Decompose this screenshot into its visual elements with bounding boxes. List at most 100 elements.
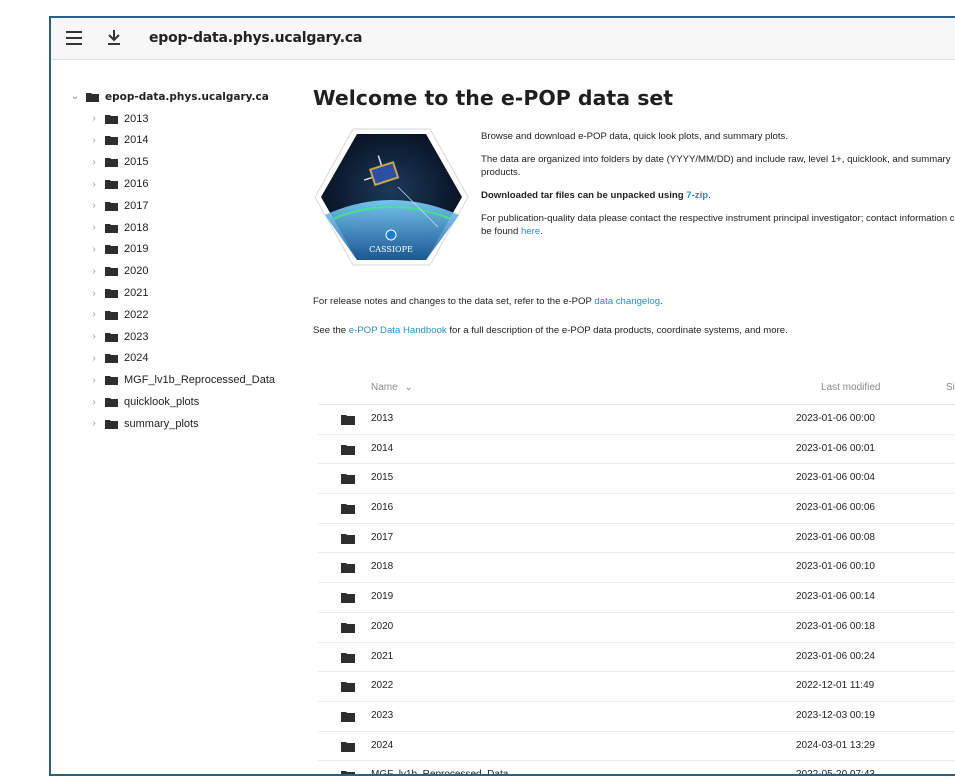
site-title[interactable]: epop-data.phys.ucalgary.ca (149, 30, 362, 46)
row-name[interactable]: 2015 (371, 472, 393, 483)
sidebar-item[interactable]: › 2016 (69, 173, 309, 195)
row-modified: 2023-01-06 00:24 (796, 650, 875, 662)
sidebar-item[interactable]: › 2017 (69, 195, 309, 217)
sort-chevron-down-icon[interactable]: ⌄ (404, 382, 412, 393)
row-name[interactable]: 2023 (371, 710, 393, 721)
chevron-right-icon[interactable]: › (88, 113, 100, 124)
table-row[interactable]: MGF_lv1b_Reprocessed_Data 2022-05-20 07:4… (318, 761, 955, 776)
table-row[interactable]: 2015 2023-01-06 00:04 (318, 464, 955, 495)
chevron-right-icon[interactable]: › (88, 375, 100, 386)
table-row[interactable]: 2019 2023-01-06 00:14 (318, 583, 955, 613)
table-header: Name ⌄ Last modified Size (318, 370, 955, 405)
sidebar-item[interactable]: › 2018 (69, 217, 309, 239)
folder-icon (341, 592, 355, 606)
folder-icon (341, 533, 355, 547)
row-name[interactable]: 2022 (371, 680, 393, 691)
chevron-right-icon[interactable]: › (88, 418, 100, 429)
table-row[interactable]: 2018 2023-01-06 00:10 (318, 553, 955, 584)
row-name[interactable]: 2013 (371, 413, 393, 424)
table-row[interactable]: 2016 2023-01-06 00:06 (318, 494, 955, 524)
sidebar-item-label: 2018 (124, 221, 149, 234)
sidebar-item[interactable]: › 2019 (69, 239, 309, 261)
handbook-text: See the e-POP Data Handbook for a full d… (313, 325, 788, 336)
row-name[interactable]: 2016 (371, 502, 393, 513)
table-row[interactable]: 2023 2023-12-03 00:19 (318, 702, 955, 732)
data-changelog-link[interactable]: data changelog (594, 296, 660, 307)
chevron-right-icon[interactable]: › (88, 288, 100, 299)
file-table: Name ⌄ Last modified Size 2013 2023-01-06… (318, 370, 955, 776)
sidebar-item[interactable]: › MGF_lv1b_Reprocessed_Data (69, 369, 309, 391)
chevron-right-icon[interactable]: › (88, 397, 100, 408)
contact-here-link[interactable]: here (521, 226, 540, 237)
download-icon[interactable] (106, 27, 122, 49)
chevron-right-icon[interactable]: › (88, 353, 100, 364)
sidebar-item[interactable]: › summary_plots (69, 413, 309, 435)
chevron-right-icon[interactable]: › (88, 222, 100, 233)
table-row[interactable]: 2017 2023-01-06 00:08 (318, 524, 955, 554)
folder-icon (341, 414, 355, 428)
data-handbook-link[interactable]: e-POP Data Handbook (349, 325, 447, 336)
row-name[interactable]: 2017 (371, 532, 393, 543)
row-modified: 2023-01-06 00:00 (796, 413, 875, 424)
row-name[interactable]: 2019 (371, 591, 393, 602)
row-name[interactable]: 2020 (371, 621, 393, 632)
sidebar-item[interactable]: › 2014 (69, 130, 309, 152)
row-modified: 2022-05-20 07:43 (796, 769, 875, 776)
chevron-right-icon[interactable]: › (88, 309, 100, 320)
top-bar: epop-data.phys.ucalgary.ca (51, 18, 955, 60)
folder-icon (105, 244, 118, 255)
sidebar-item-label: 2016 (124, 178, 149, 191)
chevron-right-icon[interactable]: › (88, 135, 100, 146)
chevron-right-icon[interactable]: › (88, 266, 100, 277)
sidebar-item[interactable]: › 2023 (69, 326, 309, 348)
sidebar-item[interactable]: › quicklook_plots (69, 391, 309, 413)
row-name[interactable]: 2024 (371, 740, 393, 751)
tree-root[interactable]: ⌄ epop-data.phys.ucalgary.ca (69, 86, 309, 108)
table-row[interactable]: 2021 2023-01-06 00:24 (318, 643, 955, 673)
row-name[interactable]: 2014 (371, 443, 393, 454)
column-header-modified[interactable]: Last modified (821, 382, 880, 393)
row-name[interactable]: 2021 (371, 651, 393, 662)
sidebar-item[interactable]: › 2024 (69, 348, 309, 370)
intro-p4-text: For publication-quality data please cont… (481, 213, 955, 237)
row-modified: 2023-01-06 00:04 (796, 472, 875, 484)
sidebar-item[interactable]: › 2021 (69, 282, 309, 304)
row-name[interactable]: 2018 (371, 561, 393, 572)
sidebar-item-label: 2020 (124, 265, 149, 278)
release-text: For release notes and changes to the dat… (313, 296, 595, 307)
row-modified: 2023-12-03 00:19 (796, 709, 875, 721)
row-name[interactable]: MGF_lv1b_Reprocessed_Data (371, 769, 508, 774)
sidebar-item-label: 2019 (124, 243, 149, 256)
folder-icon (105, 353, 118, 364)
sidebar-item[interactable]: › 2013 (69, 108, 309, 130)
folder-icon (105, 332, 118, 342)
folder-icon (341, 503, 355, 517)
chevron-right-icon[interactable]: › (88, 331, 100, 342)
sidebar-item[interactable]: › 2020 (69, 260, 309, 282)
table-row[interactable]: 2014 2023-01-06 00:01 (318, 435, 955, 465)
sidebar-item[interactable]: › 2015 (69, 151, 309, 173)
table-row[interactable]: 2022 2022-12-01 11:49 (318, 672, 955, 702)
table-row[interactable]: 2020 2023-01-06 00:18 (318, 613, 955, 643)
intro-p4: For publication-quality data please cont… (481, 212, 955, 238)
sidebar-item-label: 2021 (124, 287, 149, 300)
folder-icon (105, 114, 118, 124)
column-header-name[interactable]: Name ⌄ (371, 382, 413, 393)
hamburger-menu-icon[interactable] (66, 31, 82, 45)
sidebar-item[interactable]: › 2022 (69, 304, 309, 326)
7zip-link[interactable]: 7-zip (686, 190, 708, 201)
folder-icon (105, 397, 118, 408)
row-modified: 2023-01-06 00:01 (796, 442, 875, 454)
column-header-size[interactable]: Size (946, 382, 955, 393)
folder-icon (105, 135, 118, 146)
chevron-right-icon[interactable]: › (88, 157, 100, 168)
chevron-right-icon[interactable]: › (88, 200, 100, 211)
chevron-down-icon[interactable]: ⌄ (69, 91, 81, 102)
table-row[interactable]: 2024 2024-03-01 13:29 (318, 732, 955, 762)
table-row[interactable]: 2013 2023-01-06 00:00 (318, 405, 955, 435)
handbook-post: for a full description of the e-POP data… (446, 325, 788, 336)
chevron-right-icon[interactable]: › (88, 179, 100, 190)
chevron-right-icon[interactable]: › (88, 244, 100, 255)
row-modified: 2023-01-06 00:10 (796, 561, 875, 573)
intro-p3-bold: Downloaded tar files can be unpacked usi… (481, 190, 687, 201)
